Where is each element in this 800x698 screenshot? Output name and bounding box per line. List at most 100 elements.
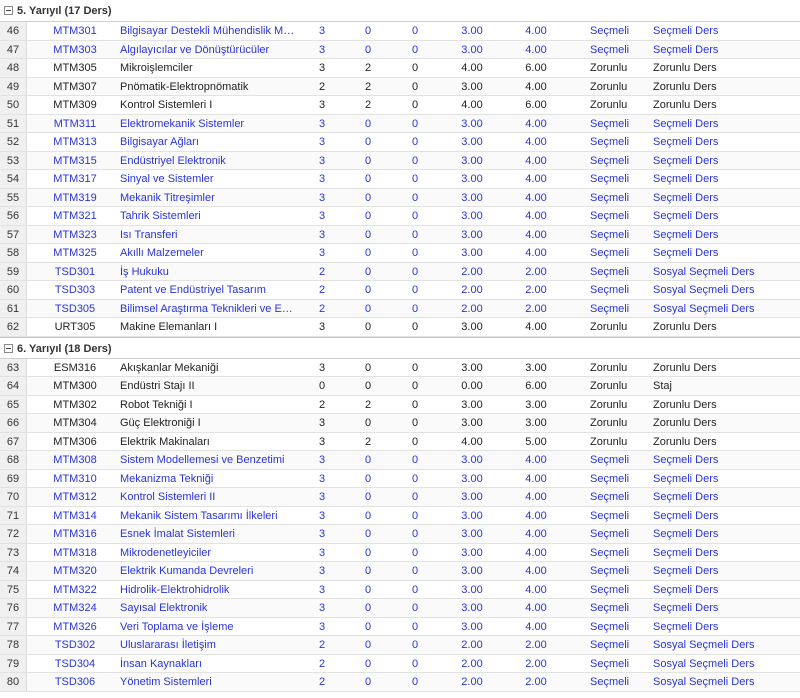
course-name: Tahrik Sistemleri bbox=[120, 210, 201, 222]
table-row[interactable]: 76 MTM324 Sayısal Elektronik 3 0 0 3.00 4.00 Seç… bbox=[0, 599, 800, 618]
table-row[interactable]: 77 MTM326 Veri Toplama ve İşleme 3 0 0 3.00 4.0… bbox=[0, 617, 800, 636]
table-row[interactable]: 64 MTM300 Endüstri Stajı II 0 0 0 0.00 6.00 Zoru… bbox=[0, 377, 800, 396]
ects: 6.00 bbox=[525, 99, 547, 111]
course-category: Zorunlu Ders bbox=[653, 80, 717, 93]
credit: 3.00 bbox=[461, 210, 483, 222]
group-header-semester-5[interactable]: 5. Yarıyıl (17 Ders) bbox=[0, 0, 800, 22]
table-row[interactable]: 62 URT305 Makine Elemanları I 3 0 0 3.00 4.00 Zo… bbox=[0, 318, 800, 337]
table-row[interactable]: 70 MTM312 Kontrol Sistemleri II 3 0 0 3.00 4.00… bbox=[0, 488, 800, 507]
table-row[interactable]: 73 MTM318 Mikrodenetleyiciler 3 0 0 3.00 4.00 Se… bbox=[0, 543, 800, 562]
table-row[interactable]: 80 TSD306 Yönetim Sistemleri 2 0 0 2.00 2.00 Seç… bbox=[0, 673, 800, 692]
ects: 2.00 bbox=[525, 657, 547, 670]
table-row[interactable]: 57 MTM323 Isı Transferi 3 0 0 3.00 4.00 Seçmeli S… bbox=[0, 225, 800, 244]
theory-hours: 2 bbox=[318, 265, 326, 278]
table-row[interactable]: 74 MTM320 Elektrik Kumanda Devreleri 3 0 0 3.0… bbox=[0, 562, 800, 581]
group-header-semester-6[interactable]: 6. Yarıyıl (18 Ders) bbox=[0, 336, 800, 359]
credit: 3.00 bbox=[461, 454, 483, 466]
collapse-minus-icon[interactable] bbox=[4, 343, 13, 353]
table-row[interactable]: 49 MTM307 Pnömatik-Elektropnömatik 2 2 0 3.00 4… bbox=[0, 77, 800, 96]
credit: 3.00 bbox=[461, 546, 483, 559]
lab-hours: 0 bbox=[411, 361, 419, 374]
table-row[interactable]: 50 MTM309 Kontrol Sistemleri I 3 2 0 4.00 6.00 Z… bbox=[0, 96, 800, 115]
table-row[interactable]: 60 TSD303 Patent ve Endüstriyel Tasarım 2 0 0… bbox=[0, 281, 800, 300]
table-row[interactable]: 56 MTM321 Tahrik Sistemleri 3 0 0 3.00 4.00 Seçm… bbox=[0, 207, 800, 226]
table-row[interactable]: 68 MTM308 Sistem Modellemesi ve Benzetimi 3… bbox=[0, 451, 800, 470]
table-row[interactable]: 71 MTM314 Mekanik Sistem Tasarımı İlkeleri… bbox=[0, 506, 800, 525]
course-category: Sosyal Seçmeli Ders bbox=[653, 284, 755, 296]
practice-hours: 0 bbox=[364, 472, 372, 485]
ects: 4.00 bbox=[525, 602, 547, 614]
table-row[interactable]: 52 MTM313 Bilgisayar Ağları 3 0 0 3.00 4.00 Seçm… bbox=[0, 133, 800, 152]
course-category: Seçmeli Ders bbox=[653, 546, 719, 559]
table-row[interactable]: 53 MTM315 Endüstriyel Elektronik 3 0 0 3.00 4.0… bbox=[0, 151, 800, 170]
table-row[interactable]: 58 MTM325 Akıllı Malzemeler 3 0 0 3.00 4.00 Seçm… bbox=[0, 244, 800, 263]
row-number: 50 bbox=[0, 96, 27, 114]
course-code: MTM302 bbox=[53, 398, 97, 411]
table-row[interactable]: 78 TSD302 Uluslararası İletişim 2 0 0 2.00 2.00… bbox=[0, 636, 800, 655]
course-type: Seçmeli bbox=[590, 302, 630, 315]
practice-hours: 0 bbox=[364, 117, 372, 130]
course-type: Seçmeli bbox=[590, 284, 630, 296]
course-code: MTM311 bbox=[53, 117, 97, 130]
theory-hours: 2 bbox=[318, 80, 326, 93]
table-row[interactable]: 54 MTM317 Sinyal ve Sistemler 3 0 0 3.00 4.00 Se… bbox=[0, 170, 800, 189]
theory-hours: 3 bbox=[318, 454, 326, 466]
course-name: Makine Elemanları I bbox=[120, 321, 218, 333]
course-category: Seçmeli Ders bbox=[653, 620, 719, 633]
ects: 4.00 bbox=[525, 43, 547, 56]
course-code: MTM308 bbox=[53, 454, 97, 466]
credit: 3.00 bbox=[461, 228, 483, 241]
lab-hours: 0 bbox=[411, 154, 419, 167]
credit: 2.00 bbox=[461, 302, 483, 315]
credit: 3.00 bbox=[461, 417, 483, 429]
lab-hours: 0 bbox=[411, 676, 419, 688]
practice-hours: 0 bbox=[364, 676, 372, 688]
course-category: Seçmeli Ders bbox=[653, 154, 719, 167]
practice-hours: 0 bbox=[364, 546, 372, 559]
lab-hours: 0 bbox=[411, 80, 419, 93]
course-name: Robot Tekniği I bbox=[120, 398, 193, 411]
table-row[interactable]: 66 MTM304 Güç Elektroniği I 3 0 0 3.00 3.00 Zoru… bbox=[0, 414, 800, 433]
table-row[interactable]: 75 MTM322 Hidrolik-Elektrohidrolik 3 0 0 3.00 4… bbox=[0, 580, 800, 599]
practice-hours: 0 bbox=[364, 528, 372, 540]
ects: 2.00 bbox=[525, 302, 547, 315]
table-row[interactable]: 46 MTM301 Bilgisayar Destekli Mühendislik … bbox=[0, 22, 800, 41]
table-row[interactable]: 67 MTM306 Elektrik Makinaları 3 2 0 4.00 5.00 Zo… bbox=[0, 432, 800, 451]
table-row[interactable]: 79 TSD304 İnsan Kaynakları 2 0 0 2.00 2.00 Seçme… bbox=[0, 654, 800, 673]
course-code: MTM317 bbox=[53, 173, 97, 185]
table-row[interactable]: 61 TSD305 Bilimsel Araştırma Teknikleri ve… bbox=[0, 299, 800, 318]
row-number: 59 bbox=[0, 262, 27, 280]
table-row[interactable]: 72 MTM316 Esnek İmalat Sistemleri 3 0 0 3.00 4.… bbox=[0, 525, 800, 544]
table-row[interactable]: 69 MTM310 Mekanizma Tekniği 3 0 0 3.00 4.00 Seçm… bbox=[0, 469, 800, 488]
table-row[interactable]: 65 MTM302 Robot Tekniği I 2 2 0 3.00 3.00 Zorunl… bbox=[0, 395, 800, 414]
theory-hours: 2 bbox=[318, 676, 326, 688]
row-number: 76 bbox=[0, 599, 27, 617]
lab-hours: 0 bbox=[411, 546, 419, 559]
collapse-minus-icon[interactable] bbox=[4, 6, 13, 15]
table-row[interactable]: 59 TSD301 İş Hukuku 2 0 0 2.00 2.00 Seçmeli Sosya… bbox=[0, 262, 800, 281]
practice-hours: 2 bbox=[364, 80, 372, 93]
row-number: 46 bbox=[0, 22, 27, 40]
row-number: 55 bbox=[0, 188, 27, 206]
table-row[interactable]: 48 MTM305 Mikroişlemciler 3 2 0 4.00 6.00 Zorunl… bbox=[0, 59, 800, 78]
table-row[interactable]: 55 MTM319 Mekanik Titreşimler 3 0 0 3.00 4.00 Se… bbox=[0, 188, 800, 207]
course-code: MTM320 bbox=[53, 565, 97, 577]
ects: 5.00 bbox=[525, 435, 547, 448]
course-name: Isı Transferi bbox=[120, 228, 178, 241]
row-number: 73 bbox=[0, 543, 27, 561]
course-code: MTM305 bbox=[53, 62, 97, 74]
lab-hours: 0 bbox=[411, 173, 419, 185]
course-code: TSD304 bbox=[54, 657, 96, 670]
practice-hours: 0 bbox=[364, 321, 372, 333]
practice-hours: 0 bbox=[364, 43, 372, 56]
table-row[interactable]: 63 ESM316 Akışkanlar Mekaniği 3 0 0 3.00 3.00 Zo… bbox=[0, 358, 800, 377]
table-row[interactable]: 47 MTM303 Algılayıcılar ve Dönüştürücüler 3… bbox=[0, 40, 800, 59]
row-number: 60 bbox=[0, 281, 27, 299]
lab-hours: 0 bbox=[411, 491, 419, 503]
ects: 4.00 bbox=[525, 25, 547, 37]
group-title: 5. Yarıyıl (17 Ders) bbox=[17, 5, 112, 17]
theory-hours: 3 bbox=[318, 565, 326, 577]
credit: 2.00 bbox=[461, 284, 483, 296]
table-row[interactable]: 51 MTM311 Elektromekanik Sistemler 3 0 0 3.00 4… bbox=[0, 114, 800, 133]
course-category: Zorunlu Ders bbox=[653, 435, 717, 448]
